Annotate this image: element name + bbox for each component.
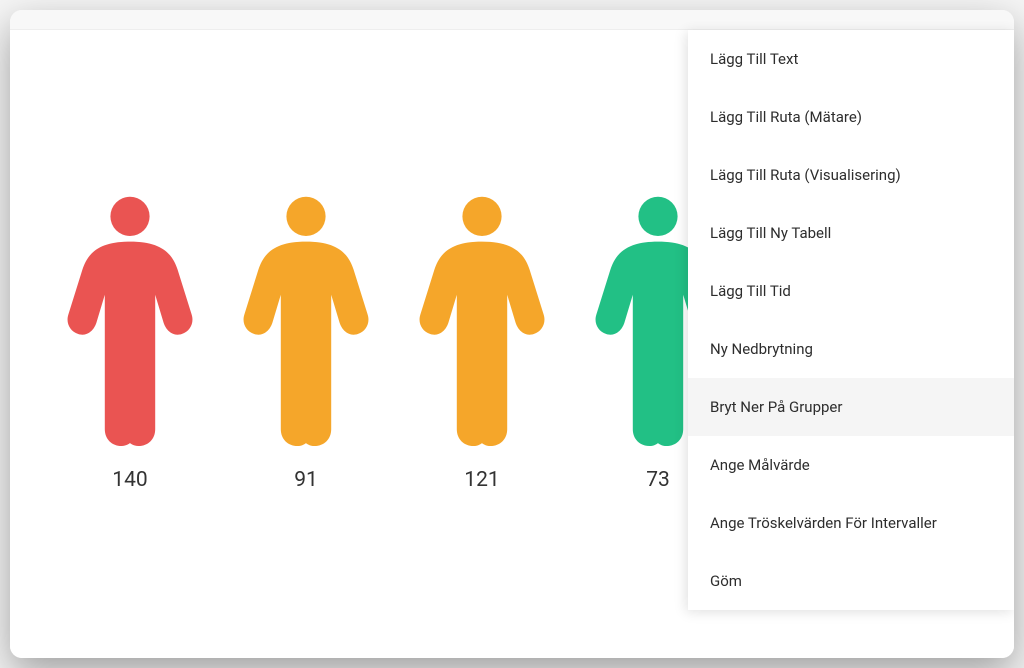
menu-item-hide[interactable]: Göm <box>688 552 1014 610</box>
app-container: 140 91 <box>0 0 1024 668</box>
menu-item-add-time[interactable]: Lägg Till Tid <box>688 262 1014 320</box>
person-value: 121 <box>464 468 499 492</box>
person-figure: 121 <box>412 190 552 492</box>
person-value: 73 <box>646 468 670 492</box>
person-icon <box>236 190 376 454</box>
menu-item-new-breakdown[interactable]: Ny Nedbrytning <box>688 320 1014 378</box>
person-value: 91 <box>294 468 318 492</box>
menu-item-add-box-visualization[interactable]: Lägg Till Ruta (Visualisering) <box>688 146 1014 204</box>
content-area: 140 91 <box>10 30 1014 658</box>
menu-item-set-target[interactable]: Ange Målvärde <box>688 436 1014 494</box>
menu-item-set-thresholds[interactable]: Ange Tröskelvärden För Intervaller <box>688 494 1014 552</box>
person-icon <box>60 190 200 454</box>
context-menu: Lägg Till Text Lägg Till Ruta (Mätare) L… <box>688 30 1014 610</box>
menu-item-add-new-table[interactable]: Lägg Till Ny Tabell <box>688 204 1014 262</box>
person-figure: 140 <box>60 190 200 492</box>
menu-item-add-text[interactable]: Lägg Till Text <box>688 30 1014 88</box>
person-icon <box>412 190 552 454</box>
main-panel: 140 91 <box>10 10 1014 658</box>
person-value: 140 <box>112 468 147 492</box>
person-figure: 91 <box>236 190 376 492</box>
menu-item-add-box-gauge[interactable]: Lägg Till Ruta (Mätare) <box>688 88 1014 146</box>
menu-item-break-down-groups[interactable]: Bryt Ner På Grupper <box>688 378 1014 436</box>
top-bar <box>10 10 1014 30</box>
